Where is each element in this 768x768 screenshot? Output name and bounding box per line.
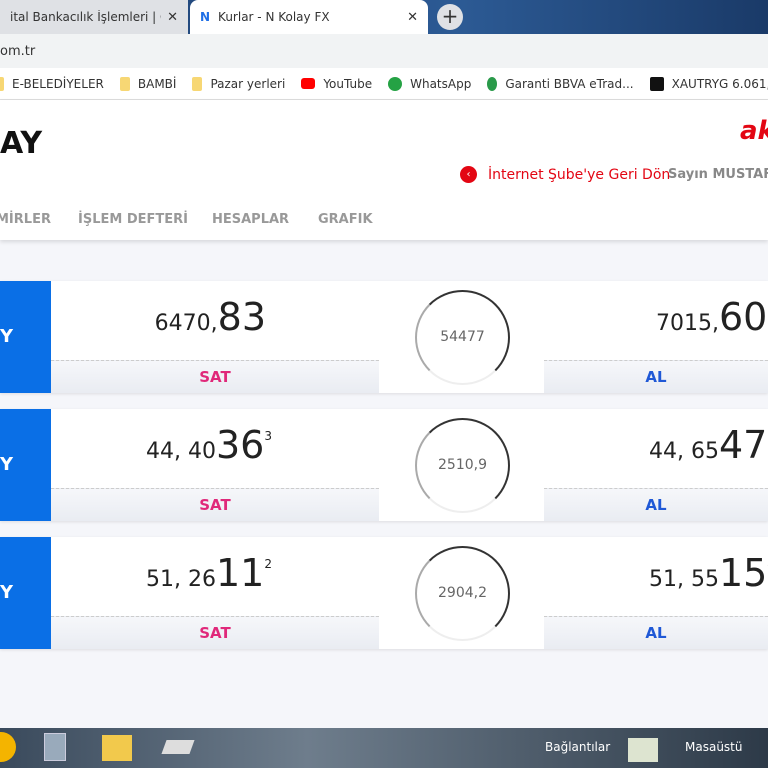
garanti-icon bbox=[487, 76, 498, 91]
signature-icon[interactable] bbox=[628, 738, 658, 762]
buy-price: 7015,60 bbox=[656, 295, 768, 339]
sell-price: 44, 40363 bbox=[146, 423, 272, 467]
whatsapp-icon bbox=[388, 76, 403, 91]
folder-icon bbox=[192, 76, 203, 91]
calculator-icon[interactable] bbox=[44, 733, 66, 761]
rate-card: Y 51, 26112 51, 55154 SAT AL 2904,2 bbox=[0, 537, 768, 649]
bookmarks-bar: E-BELEDİYELER BAMBİ Pazar yerleri YouTub… bbox=[0, 68, 768, 100]
taskbar-desktop[interactable]: Masaüstü bbox=[685, 740, 742, 754]
countdown-ring: 2904,2 bbox=[415, 546, 510, 641]
back-to-branch-link[interactable]: ‹ İnternet Şube'ye Geri Dön bbox=[460, 166, 670, 183]
bookmark-e-belediyeler[interactable]: E-BELEDİYELER bbox=[0, 76, 104, 91]
nav-islem-defteri[interactable]: İŞLEM DEFTERİ bbox=[78, 212, 188, 227]
sell-button[interactable]: SAT bbox=[51, 616, 379, 649]
new-tab-button[interactable]: + bbox=[437, 4, 463, 30]
address-bar[interactable]: om.tr bbox=[0, 34, 768, 68]
nav-talimatlar[interactable]: MİRLER bbox=[0, 212, 51, 227]
back-arrow-icon: ‹ bbox=[460, 166, 477, 183]
currency-label: Y bbox=[0, 281, 51, 393]
tradingview-icon bbox=[649, 76, 664, 91]
folder-icon bbox=[0, 76, 4, 91]
youtube-icon bbox=[301, 78, 316, 89]
folder-icon bbox=[119, 76, 130, 91]
n-logo-icon: N bbox=[200, 10, 211, 24]
bookmark-xautryg[interactable]: XAUTRYG 6.061,12... bbox=[649, 76, 768, 91]
currency-label: Y bbox=[0, 537, 51, 649]
brand-logo: ak bbox=[740, 116, 768, 146]
nav-hesaplar[interactable]: HESAPLAR bbox=[212, 212, 289, 227]
taskbar-links[interactable]: Bağlantılar bbox=[545, 740, 610, 754]
buy-button[interactable]: AL bbox=[544, 360, 768, 393]
user-greeting: Sayın MUSTAFA bbox=[668, 167, 768, 182]
bookmark-youtube[interactable]: YouTube bbox=[301, 77, 372, 91]
close-icon[interactable]: ✕ bbox=[167, 10, 178, 25]
bookmark-pazar-yerleri[interactable]: Pazar yerleri bbox=[192, 76, 285, 91]
sell-price: 51, 26112 bbox=[146, 551, 272, 595]
explorer-icon[interactable] bbox=[102, 735, 132, 761]
nav-grafik[interactable]: GRAFIK bbox=[318, 212, 373, 227]
printer-icon[interactable] bbox=[161, 740, 195, 754]
logo: AY bbox=[0, 126, 43, 161]
countdown-ring: 2510,9 bbox=[415, 418, 510, 513]
buy-button[interactable]: AL bbox=[544, 488, 768, 521]
currency-label: Y bbox=[0, 409, 51, 521]
tab-banking[interactable]: ital Bankacılık İşlemleri | Online✕ bbox=[0, 0, 188, 34]
bookmark-whatsapp[interactable]: WhatsApp bbox=[388, 76, 471, 91]
bookmark-garanti[interactable]: Garanti BBVA eTrad... bbox=[487, 76, 634, 91]
bookmark-bambi[interactable]: BAMBİ bbox=[119, 76, 176, 91]
countdown-ring: 54477 bbox=[415, 290, 510, 385]
sell-price: 6470,83 bbox=[154, 295, 266, 339]
tab-kurlar[interactable]: N Kurlar - N Kolay FX ✕ bbox=[190, 0, 428, 34]
sell-button[interactable]: SAT bbox=[51, 488, 379, 521]
rate-card: Y 6470,83 7015,60 SAT AL 54477 bbox=[0, 281, 768, 393]
buy-price: 51, 55154 bbox=[649, 551, 768, 595]
buy-price: 44, 65472 bbox=[649, 423, 768, 467]
sell-button[interactable]: SAT bbox=[51, 360, 379, 393]
close-icon[interactable]: ✕ bbox=[407, 10, 418, 25]
rate-card: Y 44, 40363 44, 65472 SAT AL 2510,9 bbox=[0, 409, 768, 521]
buy-button[interactable]: AL bbox=[544, 616, 768, 649]
